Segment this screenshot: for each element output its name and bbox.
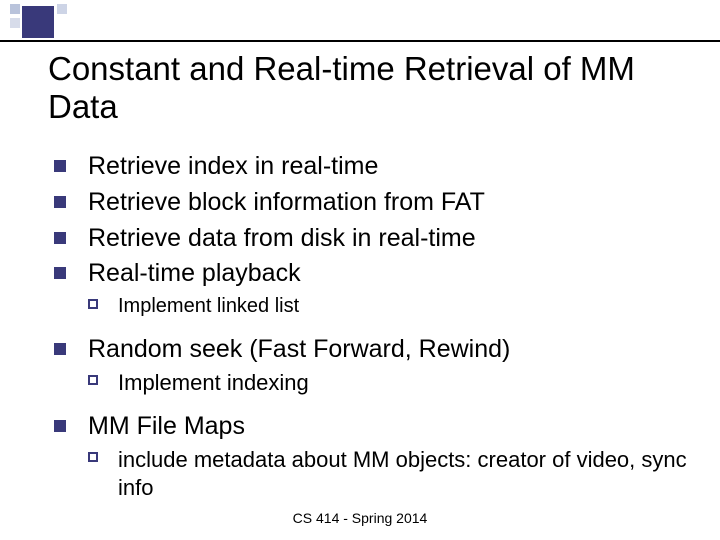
bullet-level2: include metadata about MM objects: creat… [88,446,692,501]
deco-square-small [10,18,20,28]
hollow-square-bullet-icon [88,375,98,385]
bullet-level1: Retrieve index in real-time [54,150,692,184]
hollow-square-bullet-icon [88,452,98,462]
bullet-level2: Implement indexing [88,369,692,397]
square-bullet-icon [54,420,66,432]
bullet-level1: Retrieve data from disk in real-time [54,222,692,256]
square-bullet-icon [54,196,66,208]
bullet-text: Retrieve data from disk in real-time [88,224,476,252]
bullet-level1: Retrieve block information from FAT [54,186,692,220]
square-bullet-icon [54,267,66,279]
sub-bullets: Implement linked list [54,293,692,319]
square-bullet-icon [54,343,66,355]
slide: Constant and Real-time Retrieval of MM D… [0,0,720,540]
deco-square-small [57,4,67,14]
corner-decoration [0,0,100,40]
bullet-text: Implement indexing [118,370,309,395]
bullet-text: MM File Maps [88,412,245,440]
bullet-level2: Implement linked list [88,293,692,319]
bullet-text: Retrieve block information from FAT [88,188,485,216]
slide-content: Retrieve index in real-time Retrieve blo… [54,150,692,507]
bullet-text: Retrieve index in real-time [88,152,378,180]
sub-bullets: Implement indexing [54,369,692,397]
bullet-level1: Random seek (Fast Forward, Rewind) [54,333,692,367]
square-bullet-icon [54,232,66,244]
hollow-square-bullet-icon [88,299,98,309]
bullet-text: Implement linked list [118,295,299,317]
deco-square-small [10,4,20,14]
sub-bullets: include metadata about MM objects: creat… [54,446,692,501]
bullet-text: include metadata about MM objects: creat… [118,447,687,500]
bullet-level1: MM File Maps [54,410,692,444]
bullet-level1: Real-time playback [54,257,692,291]
slide-title: Constant and Real-time Retrieval of MM D… [48,50,690,126]
bullet-text: Random seek (Fast Forward, Rewind) [88,335,510,363]
bullet-text: Real-time playback [88,259,301,287]
horizontal-rule [0,40,720,42]
square-bullet-icon [54,160,66,172]
deco-square-large [22,6,54,38]
slide-footer: CS 414 - Spring 2014 [0,510,720,526]
